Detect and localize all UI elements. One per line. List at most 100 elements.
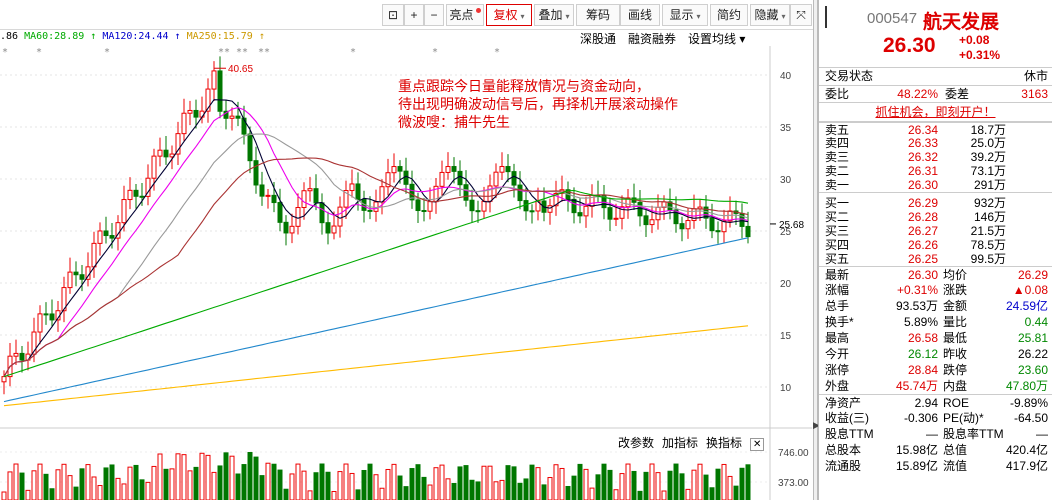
volume-bar xyxy=(469,479,475,500)
candle-body xyxy=(721,220,727,233)
candle-body xyxy=(427,201,433,212)
book-level: 买一 xyxy=(825,196,850,210)
stat-value: ▲0.08 xyxy=(1012,283,1048,297)
stat-value: 2.94 xyxy=(914,396,938,410)
alert-dot-icon xyxy=(475,8,481,13)
stat-row: 最新 26.30 均价 26.29 xyxy=(819,266,1052,282)
price-tick: 40 xyxy=(780,71,792,82)
volume-bar xyxy=(655,472,661,500)
volume-bar xyxy=(1,491,7,500)
fullscreen-icon[interactable]: ⤧ xyxy=(790,4,812,26)
volume-bar xyxy=(433,467,439,500)
volume-bar xyxy=(703,474,709,500)
candle-body xyxy=(397,166,403,172)
stat-label: 今开 xyxy=(825,347,850,361)
stat-value: — xyxy=(1036,427,1048,441)
toolbar-button-5[interactable]: 显示 ▾ xyxy=(662,4,708,26)
book-price: 26.26 xyxy=(907,238,938,252)
volume-tool-1[interactable]: 加指标 xyxy=(662,436,698,450)
candle-body xyxy=(331,225,337,234)
book-level: 卖五 xyxy=(825,123,850,137)
stat-label: 最高 xyxy=(825,331,850,345)
close-icon[interactable]: ✕ xyxy=(750,438,765,451)
volume-bar xyxy=(565,485,571,500)
volume-bar xyxy=(577,463,583,500)
candle-body xyxy=(463,184,469,201)
volume-tools: 改参数 加指标 换指标 ✕ xyxy=(618,434,772,451)
stat-value: -9.89% xyxy=(1009,396,1048,410)
book-row[interactable]: 卖四 26.33 25.0万 xyxy=(819,136,1052,150)
annotation-line-3: 微波嗖：捕牛先生 xyxy=(398,114,510,130)
book-row[interactable]: 买四 26.26 78.5万 xyxy=(819,238,1052,252)
book-row[interactable]: 买五 26.25 99.5万 xyxy=(819,252,1052,266)
annotation-line-2: 待出现明确波动信号后，再择机开展滚动操作 xyxy=(398,96,678,112)
layout-icon[interactable]: ⊡ xyxy=(382,4,404,26)
volume-tick: 746.00 xyxy=(778,448,809,459)
volume-bar xyxy=(139,479,145,500)
toolbar-button-7[interactable]: 隐藏 ▾ xyxy=(750,4,790,26)
candle-body xyxy=(469,199,475,212)
volume-bar xyxy=(649,463,655,500)
zoom-out-icon[interactable]: − xyxy=(424,4,444,26)
toolbar-button-label: 复权 xyxy=(493,8,518,22)
promo-link[interactable]: 抓住机会，即刻开户！ xyxy=(819,102,1052,122)
volume-bar xyxy=(481,465,487,500)
book-volume: 932万 xyxy=(973,196,1006,210)
promo-text[interactable]: 抓住机会，即刻开户！ xyxy=(875,105,995,119)
volume-tool-2[interactable]: 换指标 xyxy=(706,436,742,450)
stat-value: 15.89亿 xyxy=(895,459,938,473)
candle-body xyxy=(745,225,751,238)
candle-body xyxy=(337,206,343,227)
candle-body xyxy=(475,210,481,213)
toolbar-button-6[interactable]: 简约 xyxy=(710,4,748,26)
volume-bar xyxy=(187,470,193,500)
stat-row: 今开 26.12 昨收 26.22 xyxy=(819,346,1052,362)
candle-body xyxy=(247,133,253,162)
toolbar-button-3[interactable]: 筹码 xyxy=(576,4,620,26)
stat-row: 涨幅 +0.31% 涨跌 ▲0.08 xyxy=(819,282,1052,298)
stat-row: 外盘 45.74万 内盘 47.80万 xyxy=(819,378,1052,394)
book-row[interactable]: 买三 26.27 21.5万 xyxy=(819,224,1052,238)
stat-value: 26.29 xyxy=(1017,268,1048,282)
zoom-in-icon[interactable]: + xyxy=(404,4,424,26)
book-row[interactable]: 卖五 26.34 18.7万 xyxy=(819,122,1052,137)
book-row[interactable]: 买二 26.28 146万 xyxy=(819,210,1052,224)
stat-value: 26.58 xyxy=(907,331,938,345)
candle-body xyxy=(367,209,373,212)
candle-body xyxy=(499,166,505,173)
volume-tool-0[interactable]: 改参数 xyxy=(618,436,654,450)
book-row[interactable]: 卖三 26.32 39.2万 xyxy=(819,150,1052,164)
volume-bar xyxy=(487,465,493,500)
volume-bar xyxy=(619,473,625,500)
candle-body xyxy=(481,200,487,212)
book-level: 买五 xyxy=(825,252,850,266)
stat-label: 净资产 xyxy=(825,396,862,410)
candle-body xyxy=(163,149,169,158)
book-price: 26.32 xyxy=(907,150,938,164)
candle-body xyxy=(67,271,73,289)
candle-body xyxy=(283,221,289,234)
price-tick: 30 xyxy=(780,175,792,186)
book-price: 26.29 xyxy=(907,196,938,210)
candle-body xyxy=(445,166,451,173)
candle-body xyxy=(511,171,517,186)
candle-body xyxy=(451,166,457,172)
volume-bar xyxy=(379,487,385,500)
stat-value: — xyxy=(926,427,938,441)
candle-body xyxy=(643,215,649,226)
toolbar-button-2[interactable]: 叠加 ▾ xyxy=(534,4,574,26)
toolbar-button-0[interactable]: 亮点 xyxy=(446,4,484,26)
volume-bar xyxy=(625,463,631,500)
candle-body xyxy=(187,109,193,114)
book-row[interactable]: 卖一 26.30 291万 xyxy=(819,178,1052,192)
ratio-row: 委比 48.22% 委差 3163 xyxy=(819,85,1052,102)
chart-toolbar: ⊡ + − 亮点 复权 ▾ 叠加 ▾ 筹码 画线 显示 ▾ 简约 隐藏 ▾ ⤧ xyxy=(0,0,818,30)
book-row[interactable]: 买一 26.29 932万 xyxy=(819,196,1052,210)
book-row[interactable]: 卖二 26.31 73.1万 xyxy=(819,164,1052,178)
toolbar-button-4[interactable]: 画线 xyxy=(620,4,660,26)
volume-bar xyxy=(409,468,415,500)
candle-body xyxy=(421,210,427,213)
ma250-line xyxy=(3,325,749,407)
toolbar-button-1[interactable]: 复权 ▾ xyxy=(486,4,532,26)
stat-value: 25.81 xyxy=(1017,331,1048,345)
